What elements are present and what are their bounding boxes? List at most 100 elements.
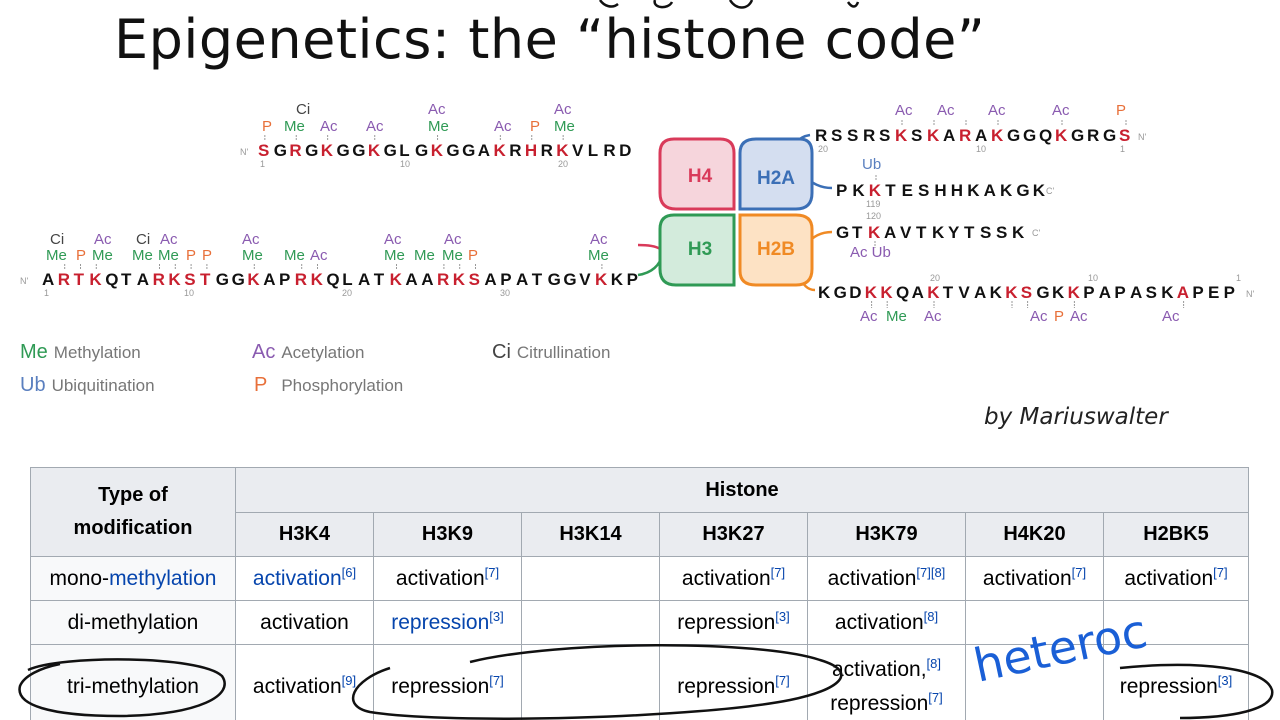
residue: K	[453, 270, 466, 289]
h3-tail-connector	[637, 254, 664, 277]
residue: K	[880, 283, 893, 302]
residue: S	[918, 181, 929, 200]
cell-empty	[521, 556, 660, 601]
ref[interactable]: [7]	[489, 673, 503, 688]
ref[interactable]: [7]	[928, 690, 942, 705]
residue: P	[1083, 283, 1094, 302]
residue: V	[900, 223, 912, 242]
h3-me-mark-2: Me	[92, 247, 113, 264]
residue: Q	[105, 270, 118, 289]
h3-p-mark-4: P	[468, 247, 478, 264]
residue: P	[1192, 283, 1203, 302]
legend-me-label: Methylation	[53, 343, 141, 362]
h3-me-mark-7: Me	[384, 247, 405, 264]
ref[interactable]: [7]	[775, 673, 789, 688]
ref[interactable]: [8]	[924, 609, 938, 624]
ref[interactable]: [8]	[927, 656, 941, 671]
residue: G	[415, 141, 428, 160]
cell-empty	[965, 644, 1104, 720]
residue: K	[1052, 283, 1065, 302]
legend-ac-label: Acetylation	[281, 343, 365, 362]
h2b-c-terminus: C'	[1032, 228, 1040, 238]
residue: L	[399, 141, 409, 160]
h2a-label: H2A	[757, 168, 795, 189]
residue: S	[1021, 283, 1032, 302]
ref[interactable]: [7]	[771, 565, 785, 580]
h4-label: H4	[688, 166, 713, 187]
residue: K	[168, 270, 181, 289]
cell: activation[6]	[235, 556, 374, 601]
h3-num-30: 30	[500, 288, 510, 298]
cell: activation[9]	[235, 644, 374, 720]
residue: K	[932, 223, 945, 242]
cell-text: activation	[252, 674, 342, 698]
h2a-num-119: 119	[866, 199, 880, 209]
h2a-num-20: 20	[818, 144, 828, 154]
residue: R	[1087, 126, 1099, 145]
cell: activation[7]	[659, 556, 808, 601]
h2a-n-marks: Ac Ac Ac Ac P	[895, 102, 1126, 119]
h3-tail: A R T K Q T A R K S T G G K A P R K Q L A T K A A R K S A P A T G G V K K PN'…	[20, 263, 638, 298]
residue: P	[279, 270, 290, 289]
ref[interactable]: [3]	[775, 609, 789, 624]
cell-empty	[521, 644, 660, 720]
ref[interactable]: [9]	[342, 673, 356, 688]
h4-ac-mark-5: Ac	[554, 101, 572, 118]
cell-text: activation	[834, 610, 924, 634]
residue: D	[849, 283, 861, 302]
ref[interactable]: [7]	[1213, 565, 1227, 580]
residue: K	[991, 126, 1004, 145]
residue: A	[263, 270, 275, 289]
residue: A	[478, 141, 490, 160]
legend-ci-label: Citrullination	[516, 343, 611, 362]
h3-ac-mark-7: Ac	[590, 231, 608, 248]
cell: repression[7]	[373, 644, 522, 720]
ref[interactable]: [3]	[1218, 673, 1232, 688]
residue: E	[1208, 283, 1219, 302]
cell-text: repression	[830, 691, 929, 715]
ref[interactable]: [7][8]	[916, 565, 945, 580]
h4-num-20: 20	[558, 159, 568, 169]
col-h4k20: H4K20	[965, 512, 1104, 557]
residue: R	[509, 141, 521, 160]
table-row: di-methylation activation repression[3] …	[30, 600, 1249, 645]
ref[interactable]: [7]	[485, 565, 499, 580]
legend: Me Methylation Ac Acetylation Ci Citrullina…	[0, 335, 700, 415]
residue: T	[200, 270, 211, 289]
col-h2bk5: H2BK5	[1103, 512, 1249, 557]
residue: K	[556, 141, 569, 160]
h2a-p-mark: P	[1116, 102, 1126, 119]
ref[interactable]: [6]	[342, 565, 356, 580]
h2b-label: H2B	[757, 239, 795, 260]
cell-text: activation	[1124, 566, 1214, 590]
residue: G	[305, 141, 318, 160]
residue: A	[421, 270, 433, 289]
h3-num-10: 10	[184, 288, 194, 298]
methylation-link[interactable]: methylation	[109, 567, 216, 590]
h2b-c-tail: G T K A V T K Y T S S K C'120	[836, 211, 1040, 248]
residue: R	[959, 126, 971, 145]
legend-p-label: Phosphorylation	[281, 376, 404, 395]
residue: T	[852, 223, 863, 242]
residue: P	[836, 181, 847, 200]
ref[interactable]: [3]	[489, 609, 503, 624]
h2b-acub-mark: Ac Ub	[850, 244, 891, 261]
residue: V	[958, 283, 970, 302]
cell-text: activation	[827, 566, 917, 590]
col-h3k4: H3K4	[235, 512, 374, 557]
repression-link[interactable]: repression	[391, 611, 489, 634]
residue: Q	[896, 283, 909, 302]
residue: A	[984, 181, 996, 200]
cell: repression[7]	[659, 644, 808, 720]
residue: K	[1161, 283, 1174, 302]
legend-ci-abbr: Ci	[492, 341, 511, 363]
residue: K	[595, 270, 608, 289]
h3-ac-mark-4: Ac	[310, 247, 328, 264]
h2b-n-mark: Ac	[860, 308, 878, 325]
residue: K	[311, 270, 324, 289]
residue: K	[1012, 223, 1025, 242]
activation-link[interactable]: activation	[253, 567, 342, 590]
h3-ac-mark-6: Ac	[444, 231, 462, 248]
h2b-n-mark: Ac	[1162, 308, 1180, 325]
ref[interactable]: [7]	[1072, 565, 1086, 580]
